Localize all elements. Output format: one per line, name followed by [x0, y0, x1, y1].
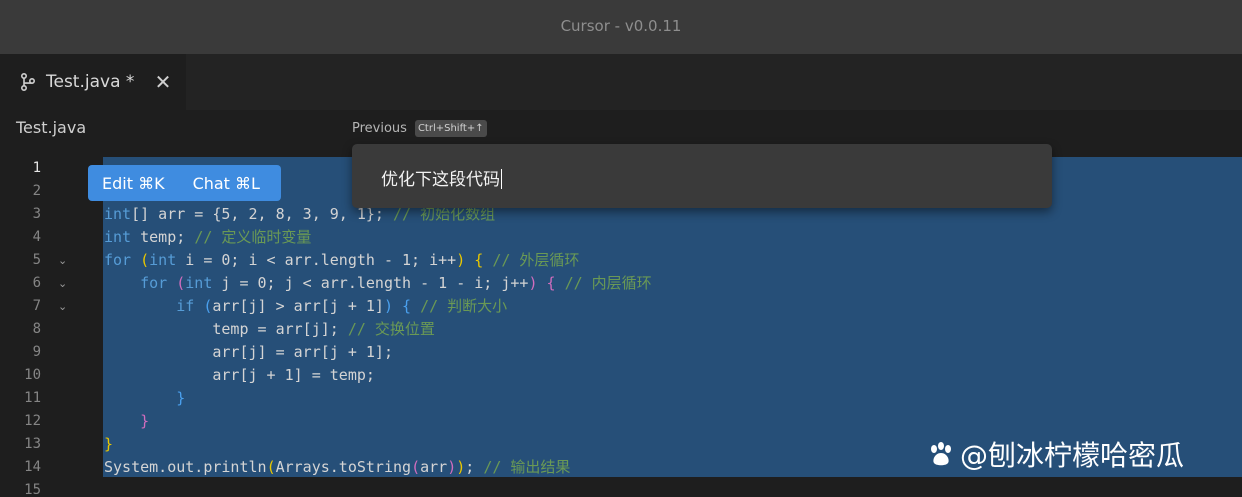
close-icon[interactable]: ✕	[152, 71, 174, 93]
code-text[interactable]: int temp; // 定义临时变量	[104, 226, 311, 249]
fold-chevron-icon[interactable]: ⌄	[58, 272, 70, 295]
source-branch-icon	[20, 72, 36, 92]
code-line: 12 }	[0, 410, 1242, 433]
line-number: 3	[32, 206, 41, 222]
line-number: 6	[32, 275, 41, 291]
chat-button[interactable]: Chat ⌘L	[193, 174, 260, 193]
line-number: 11	[24, 390, 41, 406]
code-line: 9 arr[j] = arr[j + 1];	[0, 341, 1242, 364]
line-number: 12	[24, 413, 41, 429]
code-text[interactable]: if (arr[j] > arr[j + 1]) { // 判断大小	[104, 295, 507, 318]
line-number: 2	[32, 183, 41, 199]
code-line: 15	[0, 479, 1242, 497]
fold-chevron-icon[interactable]: ⌄	[58, 249, 70, 272]
paw-icon	[931, 442, 951, 466]
code-line: 10 arr[j + 1] = temp;	[0, 364, 1242, 387]
line-number: 9	[32, 344, 41, 360]
code-line: 11 }	[0, 387, 1242, 410]
code-text[interactable]: arr[j + 1] = temp;	[104, 364, 375, 387]
window-title: Cursor - v0.0.11	[560, 17, 682, 35]
fold-chevron-icon[interactable]: ⌄	[58, 295, 70, 318]
text-caret	[501, 169, 502, 189]
line-number: 15	[24, 482, 41, 497]
breadcrumb[interactable]: Test.java	[16, 118, 86, 137]
line-number: 13	[24, 436, 41, 452]
code-line: 6 ⌄ for (int j = 0; j < arr.length - 1 -…	[0, 272, 1242, 295]
code-text[interactable]: System.out.println(Arrays.toString(arr))…	[104, 456, 570, 479]
code-text[interactable]: arr[j] = arr[j + 1];	[104, 341, 393, 364]
line-number: 4	[32, 229, 41, 245]
inline-actions-popup: Edit ⌘K Chat ⌘L	[88, 165, 281, 201]
code-text[interactable]: }	[104, 433, 113, 456]
code-line: 4 int temp; // 定义临时变量	[0, 226, 1242, 249]
line-number: 5	[32, 252, 41, 268]
prompt-input[interactable]: 优化下这段代码	[381, 165, 502, 190]
prompt-box[interactable]: 优化下这段代码	[352, 144, 1052, 208]
line-number: 1	[32, 160, 41, 176]
code-text[interactable]: temp = arr[j]; // 交换位置	[104, 318, 435, 341]
watermark-text: @刨冰柠檬哈密瓜	[960, 439, 1185, 472]
line-number: 14	[24, 459, 41, 475]
code-text[interactable]: for (int j = 0; j < arr.length - 1 - i; …	[104, 272, 652, 295]
code-text[interactable]: }	[104, 410, 149, 433]
tab-test-java[interactable]: Test.java * ✕	[0, 54, 186, 110]
title-bar: Cursor - v0.0.11	[0, 0, 1242, 54]
tab-bar: Test.java * ✕	[0, 54, 1242, 110]
code-line: 7 ⌄ if (arr[j] > arr[j + 1]) { // 判断大小	[0, 295, 1242, 318]
previous-shortcut-badge: Ctrl+Shift+↑	[414, 119, 487, 137]
tab-label: Test.java *	[46, 72, 135, 92]
watermark: @刨冰柠檬哈密瓜	[926, 434, 1184, 474]
line-number: 7	[32, 298, 41, 314]
code-text[interactable]: for (int i = 0; i < arr.length - 1; i++)…	[104, 249, 579, 272]
code-line: 5 ⌄ for (int i = 0; i < arr.length - 1; …	[0, 249, 1242, 272]
code-text[interactable]: }	[104, 387, 185, 410]
prompt-value: 优化下这段代码	[381, 170, 500, 190]
previous-label: Previous	[352, 120, 407, 136]
previous-prompt[interactable]: Previous Ctrl+Shift+↑	[352, 117, 487, 139]
edit-button[interactable]: Edit ⌘K	[102, 174, 165, 193]
code-line: 8 temp = arr[j]; // 交换位置	[0, 318, 1242, 341]
line-number: 8	[32, 321, 41, 337]
line-number: 10	[24, 367, 41, 383]
